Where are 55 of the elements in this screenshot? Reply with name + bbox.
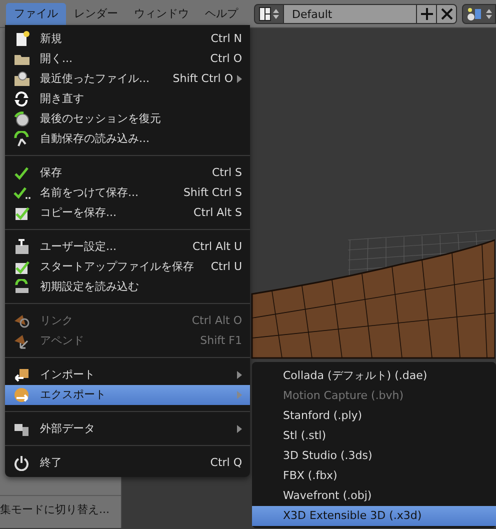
- menu-item[interactable]: 名前をつけて保存... Shift Ctrl S: [5, 183, 250, 203]
- menu-item[interactable]: インポート: [5, 365, 250, 385]
- close-button[interactable]: [437, 4, 457, 24]
- import-icon: [13, 367, 31, 383]
- menu-item[interactable]: 開き直す: [5, 89, 250, 109]
- menu-tab[interactable]: ウィンドウ: [126, 2, 197, 24]
- menu-item[interactable]: Stl (.stl): [252, 426, 496, 446]
- menu-item[interactable]: 初期設定を読み込む: [5, 277, 250, 297]
- autosave-icon: [13, 131, 31, 147]
- add-button[interactable]: [417, 4, 437, 24]
- check-icon: [13, 185, 31, 201]
- export-icon: [13, 387, 31, 403]
- menu-item[interactable]: 保存 Ctrl S: [5, 163, 250, 183]
- layout-icon: [259, 6, 271, 20]
- close-icon: [440, 8, 452, 20]
- link-icon: [13, 313, 31, 329]
- menu-item[interactable]: 最後のセッションを復元: [5, 109, 250, 129]
- menu-item[interactable]: ユーザー設定... Ctrl Alt U: [5, 237, 250, 257]
- up-down-arrows-icon: [486, 8, 492, 20]
- up-down-arrows-icon: [273, 8, 279, 20]
- layout-name-field[interactable]: Default: [284, 4, 417, 24]
- mode-switch-label: 集モードに切り替え...: [0, 494, 121, 528]
- menu-item[interactable]: スタートアップファイルを保存 Ctrl U: [5, 257, 250, 277]
- menu-item[interactable]: 3D Studio (.3ds): [252, 446, 496, 466]
- menu-item[interactable]: X3D Extensible 3D (.x3d): [252, 506, 496, 526]
- reset-icon: [13, 279, 31, 295]
- menu-item[interactable]: 自動保存の読み込み...: [5, 129, 250, 149]
- reload-icon: [13, 91, 31, 107]
- menu-tab[interactable]: ファイル: [6, 2, 66, 24]
- menu-item[interactable]: Collada (デフォルト) (.dae): [252, 366, 496, 386]
- restore-icon: [13, 111, 31, 127]
- menu-item[interactable]: 終了 Ctrl Q: [5, 453, 250, 473]
- recent-file-icon: [13, 71, 31, 87]
- preferences-icon: [13, 239, 31, 255]
- scene-icon: [466, 6, 482, 20]
- power-icon: [13, 455, 31, 471]
- checklist-icon: [13, 205, 31, 221]
- menu-item[interactable]: Stanford (.ply): [252, 406, 496, 426]
- scene-selector-button[interactable]: [462, 4, 496, 24]
- menu-item[interactable]: FBX (.fbx): [252, 466, 496, 486]
- menu-tab[interactable]: ヘルプ: [197, 2, 246, 24]
- plus-icon: [420, 8, 432, 20]
- menu-tab[interactable]: レンダー: [66, 2, 126, 24]
- menu-item[interactable]: 外部データ: [5, 419, 250, 439]
- append-icon: [13, 333, 31, 349]
- check-icon: [13, 165, 31, 181]
- menu-item[interactable]: 新規 Ctrl N: [5, 29, 250, 49]
- menu-item[interactable]: 開く... Ctrl O: [5, 49, 250, 69]
- menu-item[interactable]: エクスポート: [5, 385, 250, 405]
- checklist-icon: [13, 259, 31, 275]
- layout-selector-button[interactable]: [254, 4, 284, 24]
- menu-item[interactable]: コピーを保存... Ctrl Alt S: [5, 203, 250, 223]
- menu-item[interactable]: Wavefront (.obj): [252, 486, 496, 506]
- menu-item[interactable]: 最近使ったファイル... Shift Ctrl O: [5, 69, 250, 89]
- external-data-icon: [13, 421, 31, 437]
